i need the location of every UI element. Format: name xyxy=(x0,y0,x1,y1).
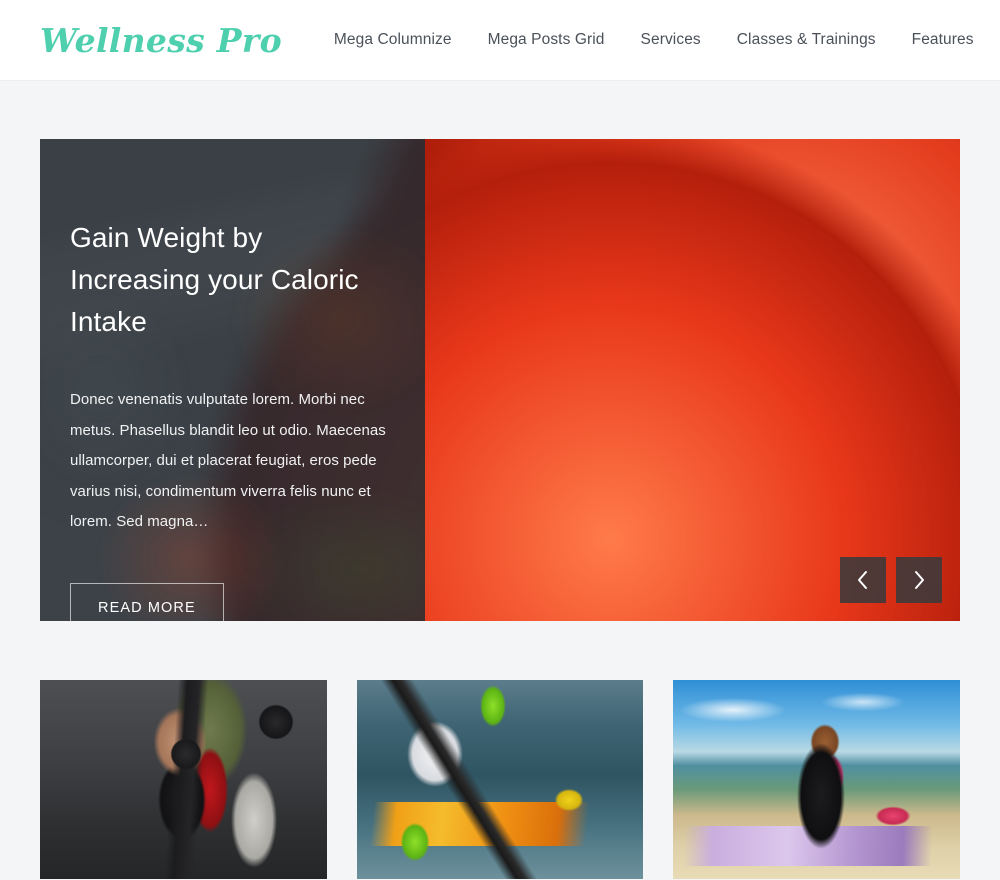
chevron-left-icon xyxy=(858,571,867,589)
read-more-button[interactable]: READ MORE xyxy=(70,582,224,621)
card-yoga[interactable] xyxy=(673,680,961,879)
chevron-right-icon xyxy=(915,571,924,589)
hero-next-button[interactable] xyxy=(896,557,942,603)
nav-item-mega-posts-grid[interactable]: Mega Posts Grid xyxy=(470,31,623,49)
hero-prev-button[interactable] xyxy=(840,557,886,603)
featured-cards-row xyxy=(0,621,1000,879)
nav-item-features[interactable]: Features xyxy=(894,31,992,49)
card-kayak[interactable] xyxy=(356,680,644,879)
hero-excerpt: Donec venenatis vulputate lorem. Morbi n… xyxy=(70,391,386,530)
card-gym[interactable] xyxy=(40,680,327,879)
card-gym-image xyxy=(40,680,327,879)
nav-item-classes-trainings[interactable]: Classes & Trainings xyxy=(719,31,894,49)
hero-title: Gain Weight by Increasing your Caloric I… xyxy=(70,222,359,337)
site-logo[interactable]: Wellness Pro xyxy=(40,21,282,60)
primary-navigation: Mega Columnize Mega Posts Grid Services … xyxy=(334,27,1000,53)
hero-slider-controls xyxy=(840,557,942,603)
nav-item-services[interactable]: Services xyxy=(623,31,719,49)
card-kayak-image xyxy=(356,680,644,879)
hero-slider: Gain Weight by Increasing your Caloric I… xyxy=(40,139,960,621)
hero-caption: Gain Weight by Increasing your Caloric I… xyxy=(40,139,425,621)
hero-slider-section: Gain Weight by Increasing your Caloric I… xyxy=(0,81,1000,621)
nav-item-mega-columnize[interactable]: Mega Columnize xyxy=(334,31,470,49)
card-yoga-image xyxy=(673,680,961,879)
site-header: Wellness Pro Mega Columnize Mega Posts G… xyxy=(0,0,1000,81)
